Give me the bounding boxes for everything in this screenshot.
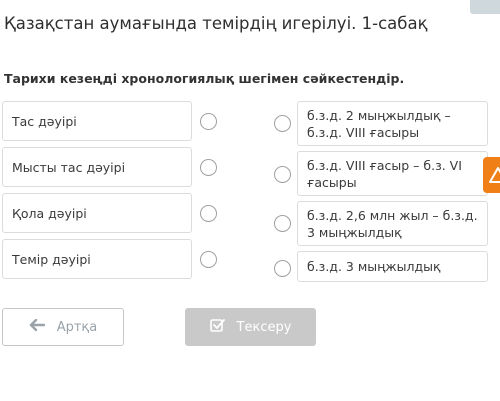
task-instruction: Тарихи кезеңді хронологиялық шегімен сәй… [4, 71, 405, 86]
warning-triangle-icon [489, 167, 500, 183]
check-button-label: Тексеру [236, 319, 292, 335]
date-label: б.з.д. 3 мыңжылдық [307, 259, 441, 274]
warning-tab[interactable] [483, 157, 500, 193]
corner-action-button[interactable] [470, 0, 500, 14]
period-label: Мысты тас дәуірі [12, 159, 126, 175]
period-label: Тас дәуірі [12, 113, 77, 129]
period-radio-3[interactable] [200, 205, 217, 222]
period-card-bronze-age[interactable]: Қола дәуірі [2, 193, 192, 233]
period-card-stone-age[interactable]: Тас дәуірі [2, 101, 192, 141]
period-radio-4[interactable] [200, 251, 217, 268]
date-radio-3[interactable] [274, 215, 291, 232]
arrow-left-icon [29, 318, 45, 335]
date-card-1[interactable]: б.з.д. 2 мыңжылдық – б.з.д. VIII ғасыры [297, 101, 488, 146]
period-card-chalcolithic[interactable]: Мысты тас дәуірі [2, 147, 192, 187]
period-radio-1[interactable] [200, 113, 217, 130]
date-label: б.з.д. VIII ғасыр – б.з. VI ғасыры [307, 158, 462, 190]
date-radio-2[interactable] [274, 166, 291, 183]
back-button[interactable]: Артқа [2, 308, 124, 346]
date-radio-4[interactable] [274, 260, 291, 277]
page-title: Қазақстан аумағында темірдің игерілуі. 1… [4, 14, 428, 33]
check-square-icon [209, 318, 225, 336]
period-radio-2[interactable] [200, 159, 217, 176]
date-card-4[interactable]: б.з.д. 3 мыңжылдық [297, 251, 488, 282]
date-label: б.з.д. 2 мыңжылдық – б.з.д. VIII ғасыры [307, 108, 451, 140]
date-card-2[interactable]: б.з.д. VIII ғасыр – б.з. VI ғасыры [297, 151, 488, 196]
period-label: Темір дәуірі [12, 251, 91, 267]
back-button-label: Артқа [56, 319, 98, 335]
period-label: Қола дәуірі [12, 205, 87, 221]
date-label: б.з.д. 2,6 млн жыл – б.з.д. 3 мыңжылдық [307, 208, 478, 240]
period-card-iron-age[interactable]: Темір дәуірі [2, 239, 192, 279]
date-card-3[interactable]: б.з.д. 2,6 млн жыл – б.з.д. 3 мыңжылдық [297, 201, 488, 246]
check-button[interactable]: Тексеру [185, 308, 316, 346]
date-radio-1[interactable] [274, 115, 291, 132]
